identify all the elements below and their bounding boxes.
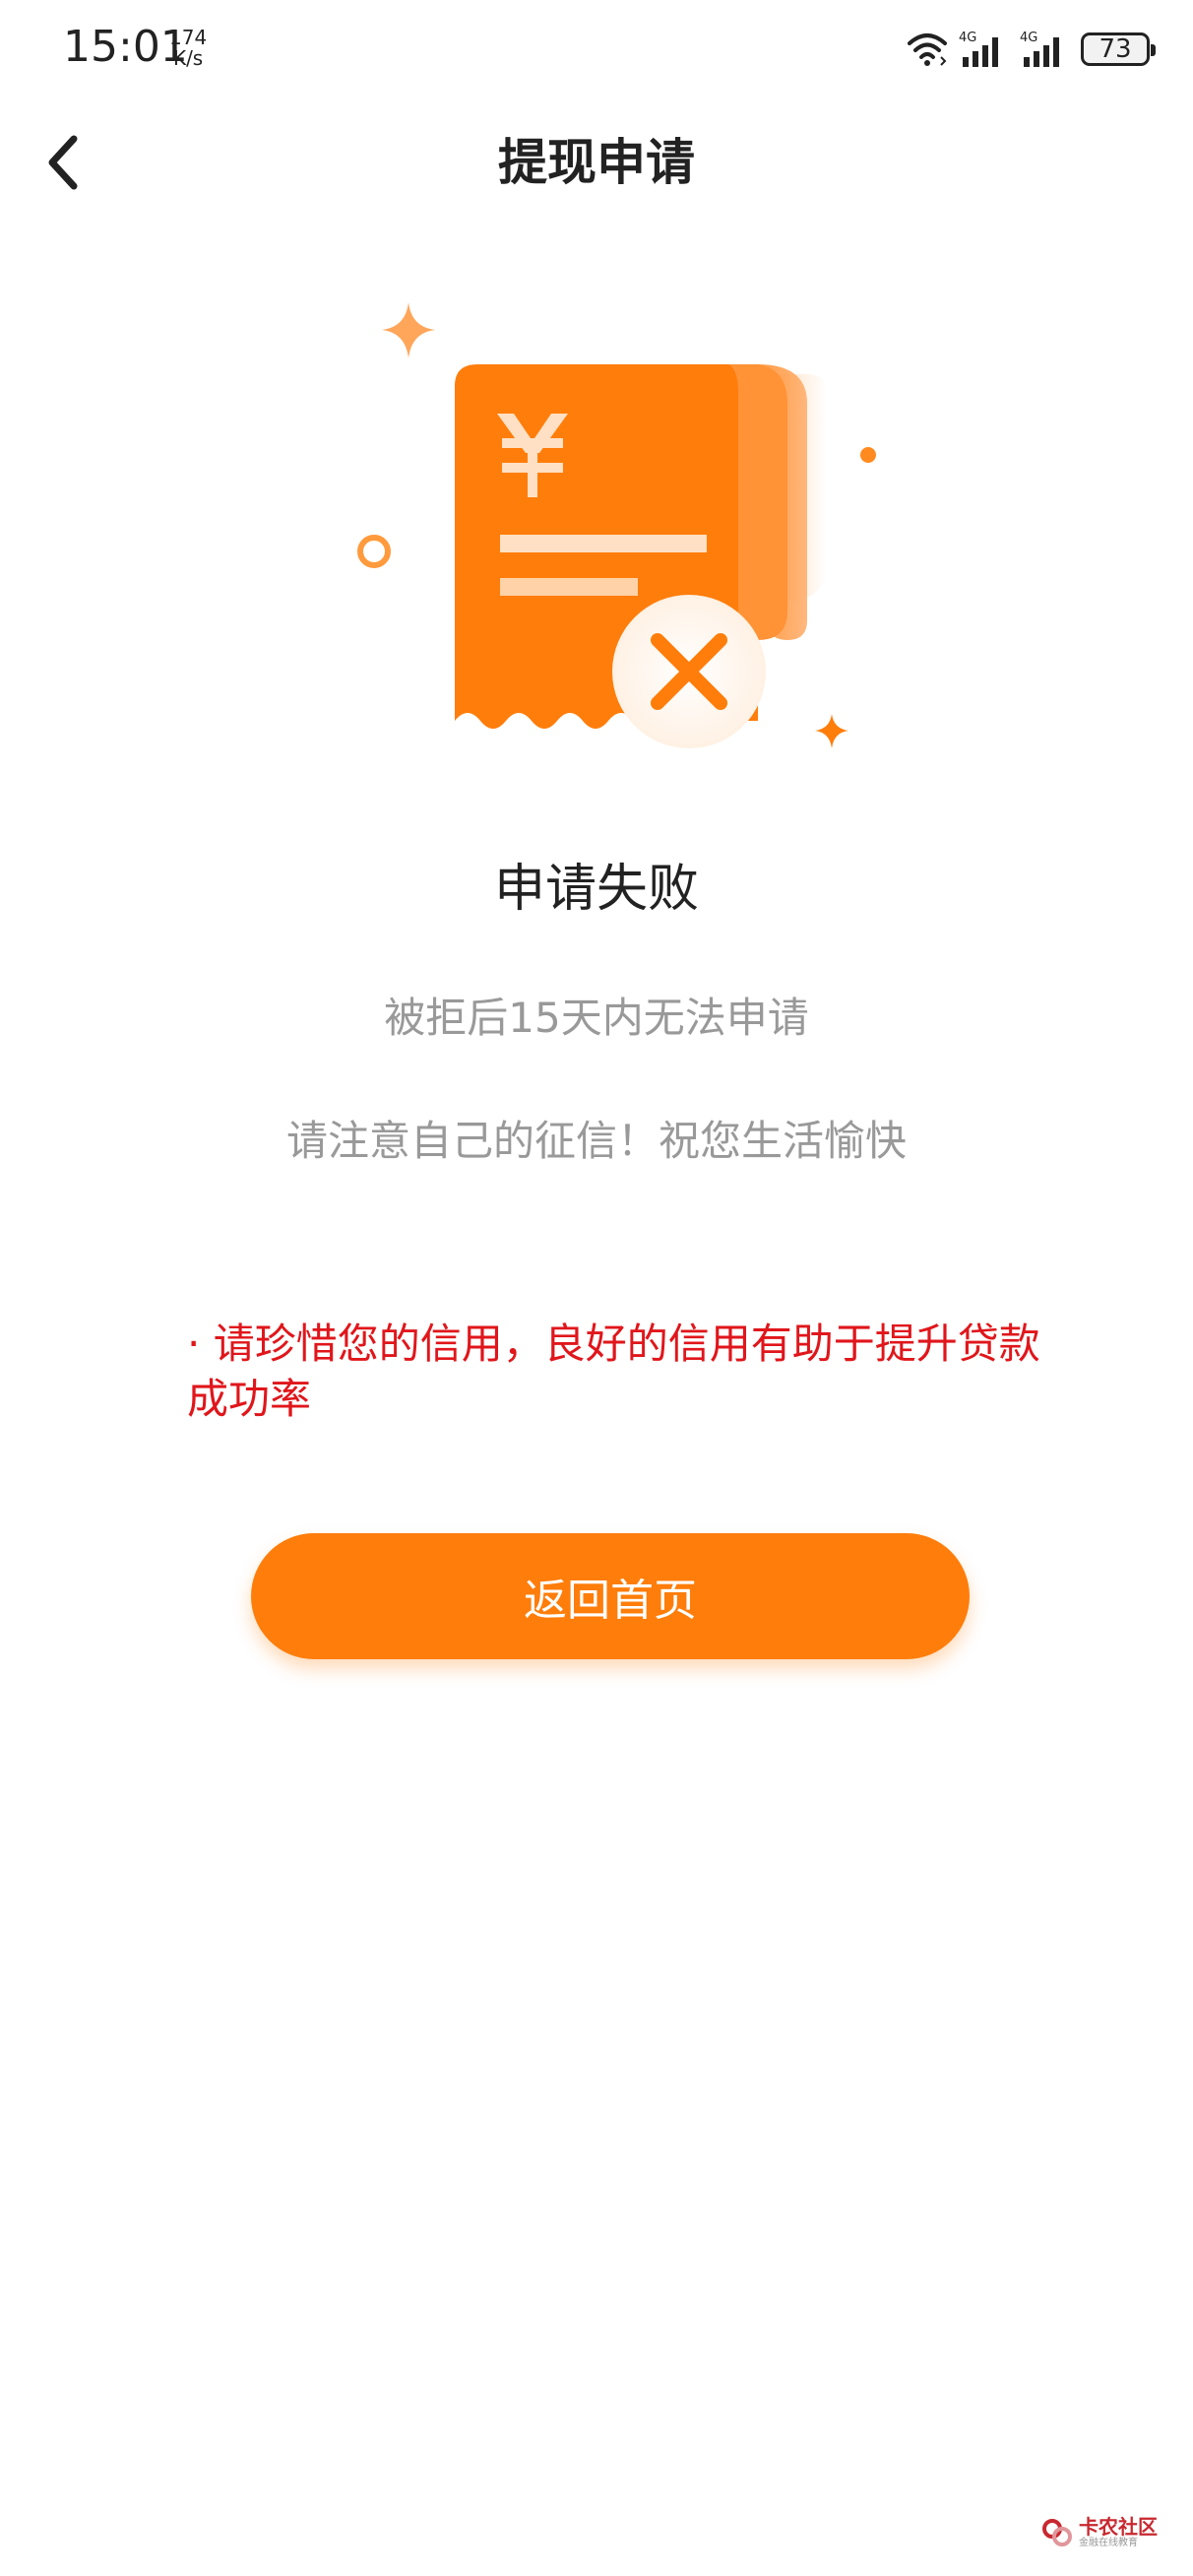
network-speed-unit: K/s [172,46,204,70]
return-home-button[interactable]: 返回首页 [251,1533,970,1659]
signal-icon: 4G [1020,31,1059,67]
battery-indicator: 73 [1081,32,1156,66]
community-logo-icon [1042,2519,1072,2546]
result-title: 申请失败 [493,860,699,919]
nav-bar: 提现申请 [0,98,1193,226]
battery-level: 73 [1099,34,1132,64]
sparkle-icon [815,714,848,748]
chevron-left-icon [48,135,78,190]
network-speed-value: 174 [169,26,208,49]
status-icons: 4G 4G 73 [906,28,1156,71]
network-speed: 174 K/s [169,28,207,69]
wifi-icon [908,33,947,66]
network-type-2: 4G [1020,31,1037,45]
failed-receipt-illustration [357,302,876,748]
watermark-title: 卡农社区 [1079,2515,1158,2539]
result-note: 请注意自己的征信！祝您生活愉快 [285,1117,907,1165]
community-watermark: 卡农社区 金融在线教育 [1041,2509,1169,2556]
page-title: 提现申请 [498,134,695,191]
status-bar: 15:01 174 K/s 4G 4G 73 [0,0,1193,98]
sparkle-icon [382,302,435,358]
network-type-1: 4G [959,31,976,45]
result-subtitle: 被拒后15天内无法申请 [384,994,809,1042]
withdraw-result-page: 15:01 174 K/s 4G 4G 73 提现申请 申请失败 被拒后15天内… [0,0,1193,2576]
dot-icon [860,447,876,463]
signal-icon: 4G [959,31,998,67]
dot-icon [357,535,391,568]
back-button[interactable] [20,98,108,226]
watermark-subtitle: 金融在线教育 [1079,2538,1138,2548]
credit-tip: · 请珍惜您的信用，良好的信用有助于提升贷款成功率 [187,1320,1040,1423]
